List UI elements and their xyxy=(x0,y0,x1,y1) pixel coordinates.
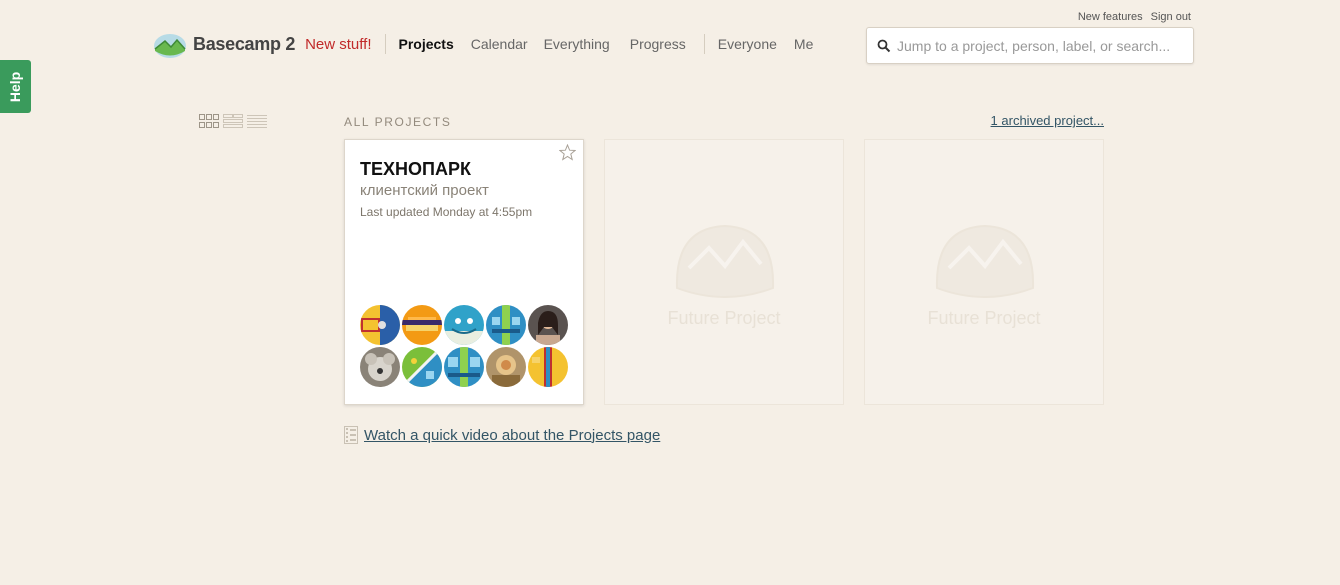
view-toggles xyxy=(199,113,267,129)
search-box[interactable] xyxy=(866,27,1194,64)
nav-everyone[interactable]: Everyone xyxy=(718,36,777,52)
nav-calendar[interactable]: Calendar xyxy=(471,36,528,52)
future-project-icon xyxy=(935,224,1035,298)
project-last-updated: Last updated Monday at 4:55pm xyxy=(360,205,533,219)
new-features-link[interactable]: New features xyxy=(1078,11,1143,23)
future-project-label: Future Project xyxy=(667,308,781,328)
nav-me[interactable]: Me xyxy=(794,36,813,52)
grid-view-icon[interactable] xyxy=(199,113,219,129)
future-project-label: Future Project xyxy=(927,308,1041,328)
archived-projects-link[interactable]: 1 archived project... xyxy=(991,113,1104,128)
help-tab-label: Help xyxy=(7,71,24,102)
nav-everything[interactable]: Everything xyxy=(544,36,610,52)
new-stuff-link[interactable]: New stuff! xyxy=(305,36,371,53)
sign-out-link[interactable]: Sign out xyxy=(1151,11,1191,23)
project-members xyxy=(360,305,575,387)
project-subtitle: клиентский проект xyxy=(360,182,489,199)
basecamp-logo[interactable]: Basecamp 2 xyxy=(153,29,295,59)
project-card[interactable]: ТЕХНОПАРК клиентский проект Last updated… xyxy=(344,139,584,405)
basecamp-projects-page: Help New features Sign out Basecamp 2 Ne… xyxy=(0,0,1340,585)
nav-projects[interactable]: Projects xyxy=(399,36,454,52)
list-view-icon[interactable] xyxy=(247,113,267,129)
video-link-row: Watch a quick video about the Projects p… xyxy=(344,426,660,444)
avatar xyxy=(528,347,568,387)
nav-divider-2 xyxy=(703,34,705,54)
avatar xyxy=(360,305,400,345)
help-tab[interactable]: Help xyxy=(0,60,31,113)
nav-progress[interactable]: Progress xyxy=(630,36,686,52)
basecamp-logo-icon xyxy=(154,34,186,58)
future-project-placeholder: Future Project xyxy=(604,139,844,405)
main-nav: Projects Calendar Everything Progress Ev… xyxy=(386,34,813,54)
avatar xyxy=(528,305,568,345)
avatar xyxy=(360,347,400,387)
compact-view-icon[interactable] xyxy=(223,113,243,129)
avatar xyxy=(486,347,526,387)
brand-name-text: Basecamp xyxy=(193,33,281,54)
brand-name: Basecamp 2 xyxy=(193,34,295,55)
avatar xyxy=(402,305,442,345)
brand-version: 2 xyxy=(285,33,296,54)
search-input[interactable] xyxy=(897,37,1187,54)
project-title: ТЕХНОПАРК xyxy=(360,159,471,179)
search-icon xyxy=(877,39,891,52)
all-projects-heading: ALL PROJECTS xyxy=(344,115,452,129)
film-icon xyxy=(344,426,358,444)
future-project-icon xyxy=(675,224,775,298)
avatar xyxy=(444,305,484,345)
future-project-placeholder: Future Project xyxy=(864,139,1104,405)
utility-links: New features Sign out xyxy=(1078,11,1191,23)
avatar xyxy=(402,347,442,387)
avatar xyxy=(486,305,526,345)
star-icon[interactable] xyxy=(559,144,576,161)
top-header: Basecamp 2 New stuff! Projects Calendar … xyxy=(153,26,813,62)
avatar xyxy=(444,347,484,387)
watch-video-link[interactable]: Watch a quick video about the Projects p… xyxy=(364,427,660,444)
